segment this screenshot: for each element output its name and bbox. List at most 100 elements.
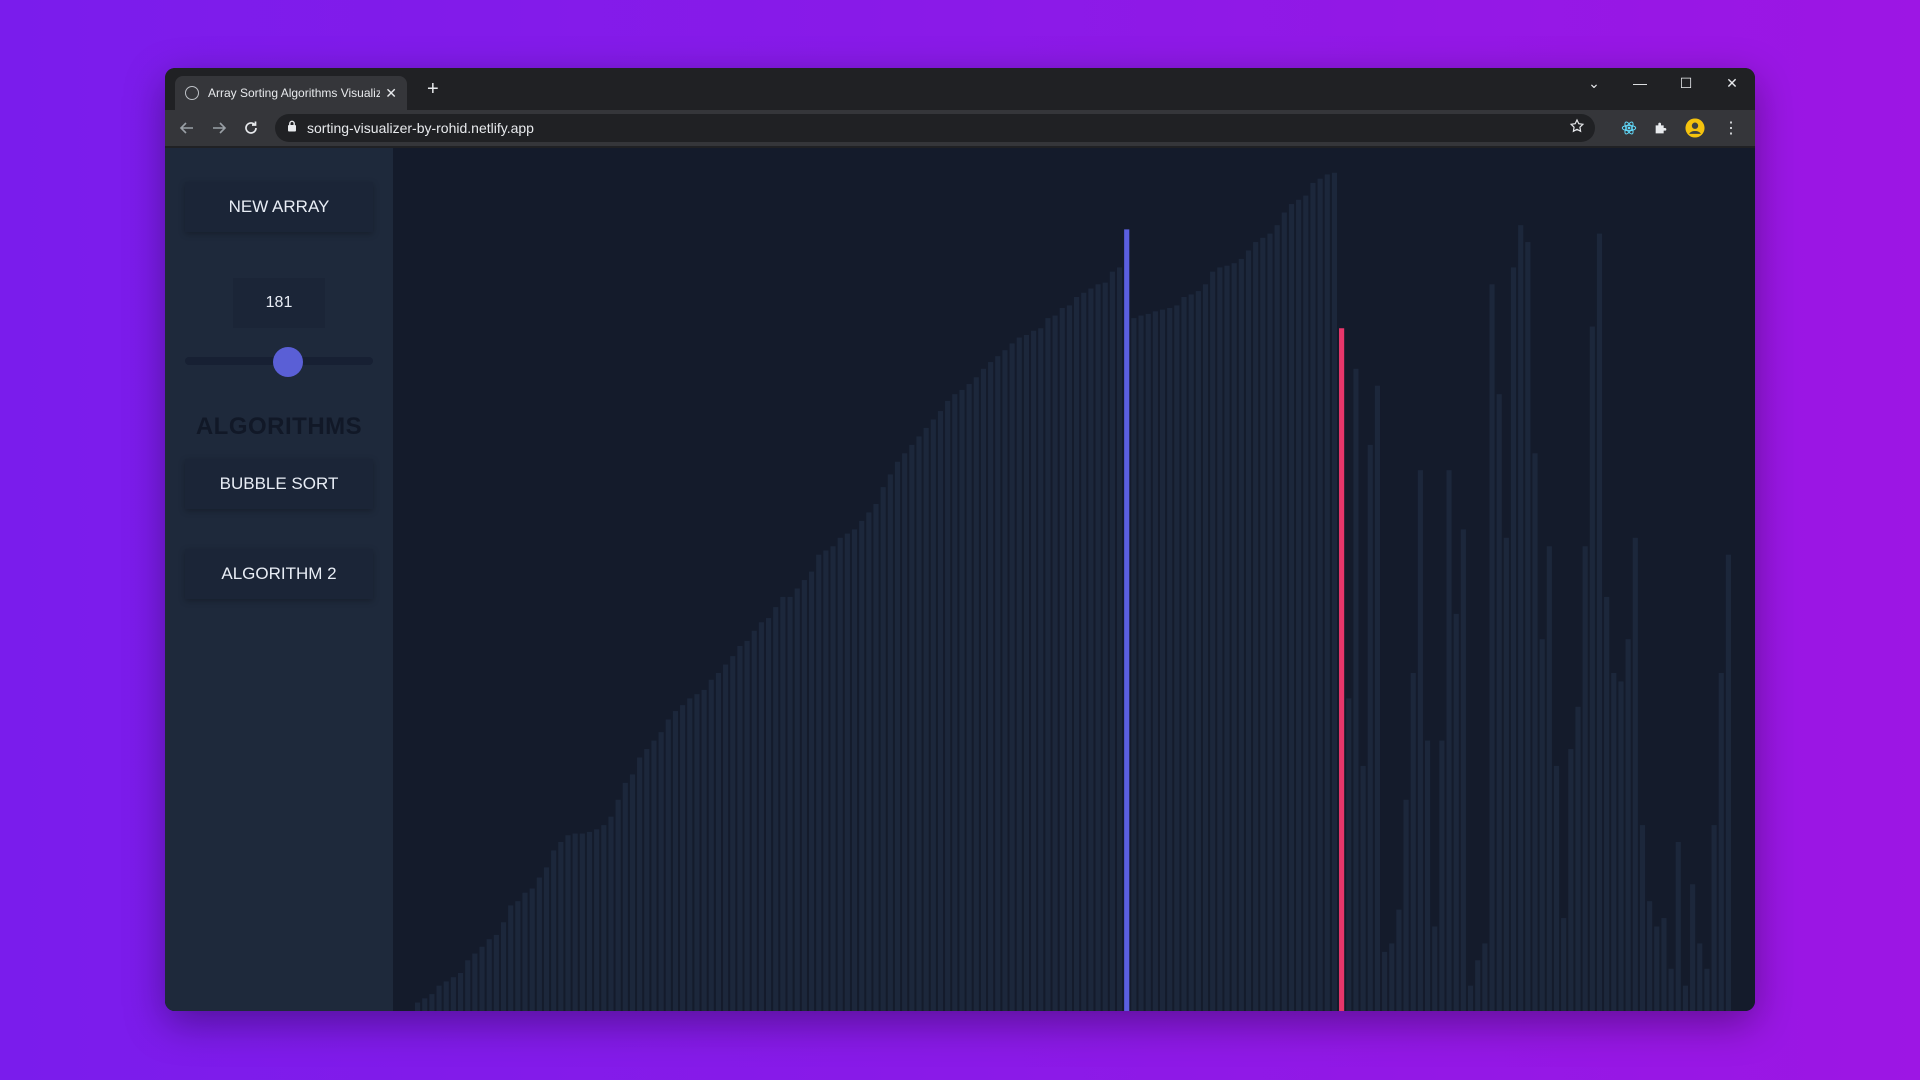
bookmark-star-icon[interactable] (1569, 118, 1585, 139)
browser-tab[interactable]: Array Sorting Algorithms Visualiz ✕ (175, 76, 407, 110)
array-bar (859, 520, 865, 1011)
menu-dots-icon[interactable]: ⋮ (1721, 118, 1741, 138)
tab-search-icon[interactable]: ⌄ (1571, 68, 1617, 98)
array-bar (1639, 825, 1646, 1011)
array-bar (1417, 470, 1423, 1011)
array-bar (457, 972, 464, 1011)
array-bar (880, 487, 886, 1011)
array-bar (422, 998, 428, 1011)
array-bar (1088, 288, 1094, 1011)
array-bar (801, 580, 807, 1011)
array-bar (1439, 740, 1445, 1011)
array-bars-chart (415, 172, 1731, 1011)
array-bar (651, 740, 657, 1011)
profile-avatar-icon[interactable] (1685, 118, 1705, 138)
array-bar (1625, 639, 1631, 1011)
array-bar (1102, 282, 1108, 1011)
array-bar (1045, 318, 1051, 1011)
array-bar (988, 362, 994, 1011)
react-devtools-icon[interactable] (1619, 118, 1639, 138)
array-bar (1324, 174, 1330, 1011)
lock-icon[interactable] (287, 119, 297, 137)
array-bar (916, 436, 922, 1011)
array-bar (1031, 330, 1037, 1011)
array-bar (808, 571, 815, 1011)
array-bar (751, 630, 757, 1011)
array-bar (1159, 309, 1166, 1011)
tab-close-icon[interactable]: ✕ (385, 85, 397, 102)
array-bar (586, 831, 593, 1011)
array-bar (715, 673, 722, 1011)
array-bar (773, 607, 779, 1011)
array-bar (658, 732, 664, 1011)
array-bar (1116, 267, 1123, 1011)
browser-window: Array Sorting Algorithms Visualiz ✕ + ⌄ … (165, 68, 1755, 1011)
array-bar (665, 719, 671, 1011)
array-bar (1059, 307, 1065, 1011)
new-array-button[interactable]: NEW ARRAY (185, 182, 373, 232)
array-bar (1675, 842, 1681, 1011)
array-bar (1475, 960, 1481, 1011)
maximize-icon[interactable]: ☐ (1663, 68, 1709, 98)
array-bar (1510, 267, 1517, 1011)
array-bar (637, 757, 643, 1011)
array-bar (493, 934, 499, 1011)
array-bar (1711, 825, 1717, 1011)
array-bar (1238, 258, 1244, 1011)
address-bar[interactable]: sorting-visualizer-by-rohid.netlify.app (275, 114, 1595, 142)
array-bar-compare-a (1124, 229, 1130, 1011)
array-bar (500, 922, 507, 1011)
array-bar (465, 960, 471, 1011)
array-bar (680, 705, 686, 1011)
array-bar (565, 835, 571, 1011)
algorithm-2-button[interactable]: ALGORITHM 2 (185, 549, 373, 599)
bubble-sort-button[interactable]: BUBBLE SORT (185, 459, 373, 509)
array-bar (1489, 284, 1495, 1011)
array-bar (980, 368, 987, 1011)
array-bar (1389, 943, 1395, 1011)
array-bar (1074, 296, 1080, 1011)
array-bar (1231, 263, 1237, 1011)
array-bar (765, 618, 772, 1011)
array-bar (1561, 918, 1567, 1011)
array-bar (687, 698, 693, 1011)
array-bar (1109, 271, 1115, 1011)
minimize-icon[interactable]: — (1617, 68, 1663, 98)
array-bar (837, 537, 843, 1011)
reload-icon[interactable] (241, 118, 261, 138)
array-bar (1181, 296, 1187, 1011)
array-bar (1310, 182, 1316, 1011)
array-bar (730, 656, 736, 1011)
array-bar (1589, 326, 1595, 1011)
array-bar (529, 888, 535, 1011)
array-bar (1482, 943, 1488, 1011)
array-bar (615, 799, 621, 1011)
array-bar (522, 892, 528, 1011)
array-bar (1467, 985, 1474, 1011)
array-bar (1611, 673, 1617, 1011)
close-window-icon[interactable]: ✕ (1709, 68, 1755, 98)
array-bar (1174, 305, 1180, 1011)
back-icon[interactable] (177, 118, 197, 138)
array-bar (909, 444, 915, 1011)
forward-icon[interactable] (209, 118, 229, 138)
array-bar (1668, 968, 1674, 1011)
array-bar (1367, 444, 1373, 1011)
array-bar (1661, 918, 1667, 1011)
array-bar (594, 829, 600, 1011)
array-bar (930, 419, 936, 1011)
array-bar (1267, 233, 1273, 1011)
array-bar (816, 554, 822, 1011)
array-bar (1281, 212, 1287, 1011)
array-bar (1690, 884, 1696, 1011)
extensions-puzzle-icon[interactable] (1651, 118, 1671, 138)
array-bar (443, 981, 449, 1011)
sidebar: NEW ARRAY 181 ALGORITHMS BUBBLE SORT ALG… (165, 148, 393, 1011)
array-size-display: 181 (233, 278, 325, 328)
array-bar (1274, 225, 1280, 1011)
array-bar (1596, 233, 1603, 1011)
array-bar (479, 946, 485, 1011)
new-tab-button[interactable]: + (427, 78, 439, 100)
array-bar (887, 474, 893, 1011)
array-size-slider-thumb[interactable] (273, 347, 303, 377)
